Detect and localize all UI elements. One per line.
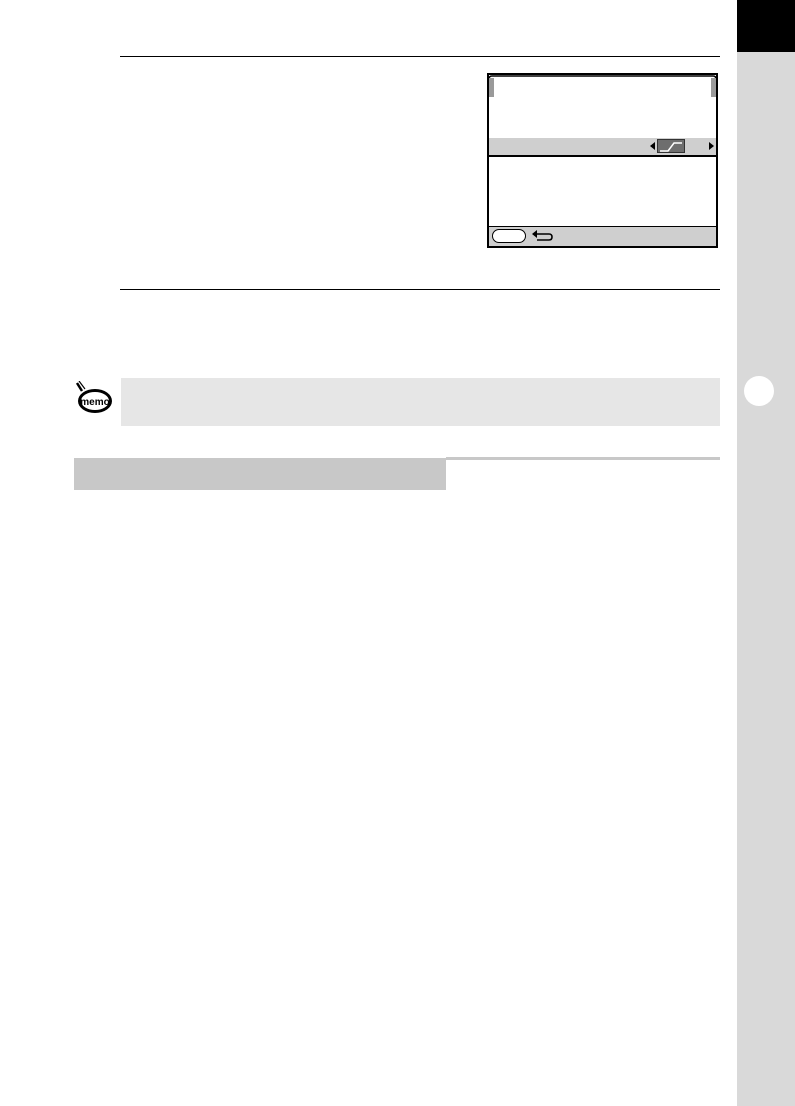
top-rule xyxy=(120,56,720,57)
screen-footer xyxy=(489,226,716,246)
screen-divider xyxy=(489,155,716,157)
arrow-left-icon xyxy=(650,142,655,150)
section-heading-line xyxy=(446,457,720,460)
chapter-number-circle xyxy=(744,376,774,406)
back-icon xyxy=(532,230,553,241)
contrast-curve-icon xyxy=(657,139,685,153)
menu-button-icon xyxy=(492,229,526,243)
chapter-sidebar xyxy=(737,0,795,1106)
chapter-tab xyxy=(737,0,795,52)
memo-box xyxy=(121,378,720,426)
screen-setting-row xyxy=(489,138,716,155)
screen-title-tab xyxy=(489,75,716,97)
bottom-rule xyxy=(120,289,720,290)
screen-title-tab-shape xyxy=(489,75,716,97)
arrow-right-icon xyxy=(709,142,714,150)
memo-icon: memo xyxy=(75,381,112,413)
section-heading-bar xyxy=(74,458,446,490)
camera-lcd-screen xyxy=(487,73,718,248)
memo-icon-label: memo xyxy=(80,397,109,408)
